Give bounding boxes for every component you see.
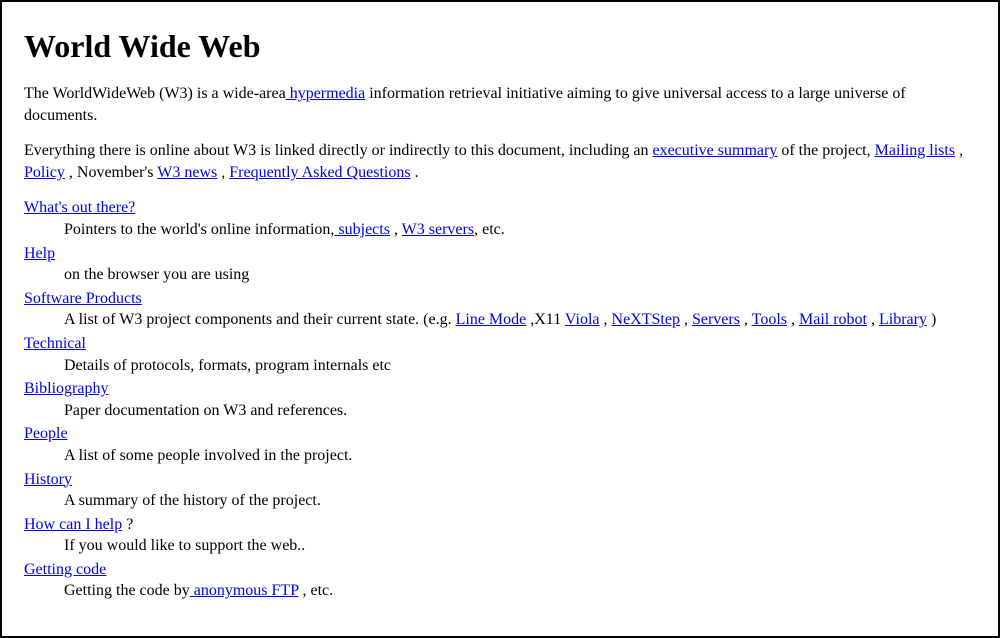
text: .	[411, 164, 419, 181]
link-anonymous-ftp[interactable]: anonymous FTP	[190, 582, 299, 599]
term-help: Help	[24, 243, 976, 265]
definition-list: What's out there? Pointers to the world'…	[24, 197, 976, 602]
desc-history: A summary of the history of the project.	[64, 490, 976, 512]
link-faq[interactable]: Frequently Asked Questions	[229, 164, 410, 181]
link-library[interactable]: Library	[879, 311, 927, 328]
link-people[interactable]: People	[24, 425, 68, 442]
link-nextstep[interactable]: NeXTStep	[612, 311, 680, 328]
link-how-can-i-help[interactable]: How can I help	[24, 516, 122, 533]
desc-people: A list of some people involved in the pr…	[64, 445, 976, 467]
text: ,X11	[526, 311, 565, 328]
link-whats-out-there[interactable]: What's out there?	[24, 199, 135, 216]
term-history: History	[24, 469, 976, 491]
text: )	[927, 311, 936, 328]
link-viola[interactable]: Viola	[565, 311, 600, 328]
desc-whats-out-there: Pointers to the world's online informati…	[64, 219, 976, 241]
text: ,	[390, 221, 402, 238]
link-w3-news[interactable]: W3 news	[157, 164, 217, 181]
link-hypermedia[interactable]: hypermedia	[286, 85, 366, 102]
text: ,	[680, 311, 692, 328]
desc-software-products: A list of W3 project components and thei…	[64, 309, 976, 331]
desc-help: on the browser you are using	[64, 264, 976, 286]
text: Getting the code by	[64, 582, 190, 599]
link-line-mode[interactable]: Line Mode	[456, 311, 527, 328]
term-getting-code: Getting code	[24, 559, 976, 581]
text: Everything there is online about W3 is l…	[24, 142, 652, 159]
link-getting-code[interactable]: Getting code	[24, 561, 106, 578]
term-whats-out-there: What's out there?	[24, 197, 976, 219]
text: , November's	[65, 164, 157, 181]
text: ,	[867, 311, 879, 328]
link-mail-robot[interactable]: Mail robot	[799, 311, 867, 328]
term-software-products: Software Products	[24, 288, 976, 310]
intro-paragraph-1: The WorldWideWeb (W3) is a wide-area hyp…	[24, 83, 976, 126]
term-people: People	[24, 423, 976, 445]
text: The WorldWideWeb (W3) is a wide-area	[24, 85, 286, 102]
term-bibliography: Bibliography	[24, 378, 976, 400]
link-software-products[interactable]: Software Products	[24, 290, 142, 307]
text: , etc.	[474, 221, 505, 238]
link-servers[interactable]: Servers	[692, 311, 740, 328]
link-subjects[interactable]: subjects	[334, 221, 390, 238]
document-page: World Wide Web The WorldWideWeb (W3) is …	[0, 0, 1000, 638]
link-mailing-lists[interactable]: Mailing lists	[875, 142, 955, 159]
link-history[interactable]: History	[24, 471, 72, 488]
text: , etc.	[299, 582, 334, 599]
text: ?	[122, 516, 133, 533]
link-executive-summary[interactable]: executive summary	[652, 142, 777, 159]
term-how-can-i-help: How can I help ?	[24, 514, 976, 536]
desc-bibliography: Paper documentation on W3 and references…	[64, 400, 976, 422]
intro-paragraph-2: Everything there is online about W3 is l…	[24, 140, 976, 183]
text: ,	[740, 311, 752, 328]
page-title: World Wide Web	[24, 28, 976, 65]
text: ,	[217, 164, 229, 181]
link-tools[interactable]: Tools	[752, 311, 787, 328]
text: ,	[600, 311, 612, 328]
term-technical: Technical	[24, 333, 976, 355]
desc-how-can-i-help: If you would like to support the web..	[64, 535, 976, 557]
link-w3-servers[interactable]: W3 servers	[402, 221, 474, 238]
link-help[interactable]: Help	[24, 245, 55, 262]
text: Pointers to the world's online informati…	[64, 221, 334, 238]
desc-technical: Details of protocols, formats, program i…	[64, 355, 976, 377]
text: ,	[955, 142, 963, 159]
desc-getting-code: Getting the code by anonymous FTP , etc.	[64, 580, 976, 602]
text: ,	[787, 311, 799, 328]
text: of the project,	[777, 142, 874, 159]
text: A list of W3 project components and thei…	[64, 311, 456, 328]
link-bibliography[interactable]: Bibliography	[24, 380, 108, 397]
link-technical[interactable]: Technical	[24, 335, 86, 352]
link-policy[interactable]: Policy	[24, 164, 65, 181]
